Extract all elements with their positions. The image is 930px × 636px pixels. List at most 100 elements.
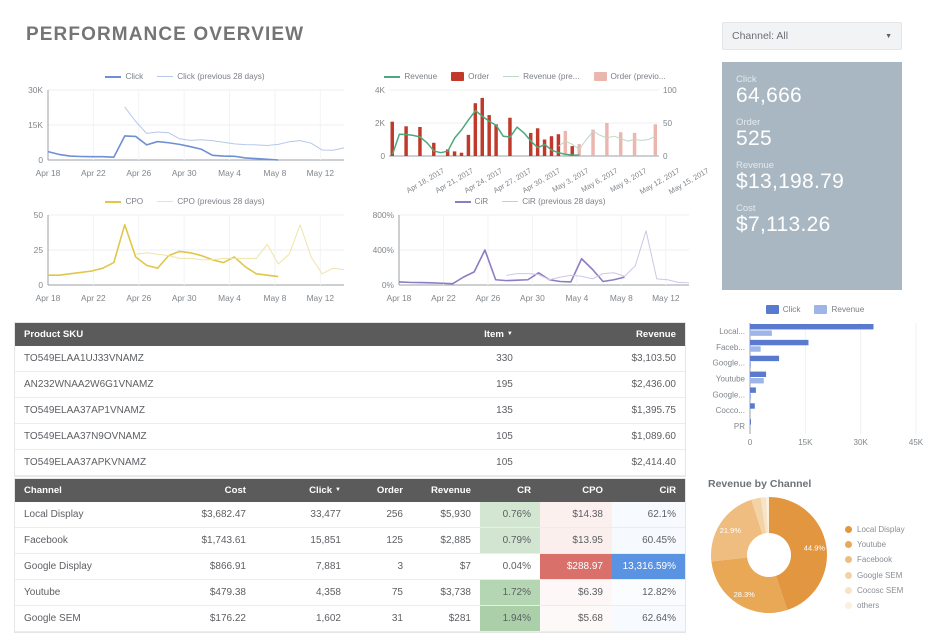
click-revenue-bar-chart: Click Revenue 0 15K 30K 45K Local... Faceb... G… xyxy=(706,305,924,452)
cell-click: 15,851 xyxy=(255,527,350,554)
cell-revenue: $7 xyxy=(412,553,480,580)
bar-chart-plot: 0 15K 30K 45K Local... Faceb... Google... Youtu… xyxy=(706,317,924,452)
cell-cr: 1.72% xyxy=(480,579,540,606)
svg-text:400%: 400% xyxy=(373,245,395,255)
legend-swatch-icon xyxy=(814,305,828,314)
legend-line-icon xyxy=(157,76,174,77)
kpi-value-0: 64,666 xyxy=(736,84,803,107)
donut-legend-item-3[interactable]: Google SEM xyxy=(845,571,905,580)
cpo-line-chart: CPO CPO (previous 28 days) 0 25 50 Apr 18 Ap… xyxy=(20,197,350,306)
svg-text:Faceb...: Faceb... xyxy=(716,343,745,352)
kpi-scorecard: Click 64,666 Order 525 Revenue $13,198.79 Cost… xyxy=(722,62,902,290)
legend-label: others xyxy=(857,600,880,610)
column-header-product-sku[interactable]: Product SKU xyxy=(15,323,400,346)
legend-item-combo-2[interactable]: Revenue (pre... xyxy=(503,72,580,81)
cpo-chart-plot: 0 25 50 xyxy=(20,209,350,293)
donut-chart-legend: Local Display Youtube Facebook Google SEM Co… xyxy=(845,525,905,616)
svg-text:15K: 15K xyxy=(28,120,43,130)
table-row[interactable]: Facebook $1,743.61 15,851 125 $2,885 0.79% $13… xyxy=(15,527,685,554)
legend-line-icon xyxy=(105,200,122,203)
donut-legend-item-2[interactable]: Facebook xyxy=(845,555,905,564)
cell-channel: Google SEM xyxy=(15,605,160,632)
column-header-revenue[interactable]: Revenue xyxy=(521,323,685,346)
cell-cir: 13,316.59% xyxy=(612,553,685,580)
legend-item-cpo-0[interactable]: CPO xyxy=(105,197,143,206)
column-header-cir[interactable]: CiR xyxy=(612,479,685,502)
click-chart-legend: Click Click (previous 28 days) xyxy=(20,72,350,81)
legend-item-cir-0[interactable]: CiR xyxy=(454,197,488,206)
cell-click: 33,477 xyxy=(255,502,350,528)
cell-order: 3 xyxy=(350,553,412,580)
table-row[interactable]: TO549ELAA37AP1VNAMZ 135 $1,395.75 xyxy=(15,397,685,424)
cell-cpo: $288.97 xyxy=(540,553,612,580)
table-row[interactable]: Youtube $479.38 4,358 75 $3,738 1.72% $6.39 12.… xyxy=(15,579,685,606)
cell-sku: TO549ELAA37N9OVNAMZ xyxy=(15,423,400,450)
table-row[interactable]: TO549ELAA37APKVNAMZ 105 $2,414.40 xyxy=(15,449,685,476)
cell-item: 330 xyxy=(399,346,522,372)
table-row[interactable]: TO549ELAA1UJ33VNAMZ 330 $3,103.50 xyxy=(15,346,685,372)
cell-cpo: $14.38 xyxy=(540,502,612,528)
column-header-click[interactable]: Click ▼ xyxy=(255,479,350,502)
legend-item-combo-3[interactable]: Order (previo... xyxy=(593,72,666,81)
column-header-order[interactable]: Order xyxy=(350,479,412,502)
cell-channel: Local Display xyxy=(15,502,160,528)
cell-sku: TO549ELAA37APKVNAMZ xyxy=(15,449,400,476)
x-axis-tick-label: May 8 xyxy=(263,293,287,303)
legend-item-click-0[interactable]: Click xyxy=(105,72,143,81)
donut-legend-item-5[interactable]: others xyxy=(845,601,905,610)
table-row[interactable]: TO549ELAA37N9OVNAMZ 105 $1,089.60 xyxy=(15,423,685,450)
column-header-channel[interactable]: Channel xyxy=(15,479,160,502)
cell-sku: AN232WNAA2W6G1VNAMZ xyxy=(15,371,400,398)
legend-item-cir-1[interactable]: CiR (previous 28 days) xyxy=(502,197,605,206)
bar-chart-legend: Click Revenue xyxy=(706,305,924,314)
cell-revenue: $3,738 xyxy=(412,579,480,606)
table-row[interactable]: Google Display $866.91 7,881 3 $7 0.04% $288.9… xyxy=(15,553,685,580)
table-header-row: Product SKU Item ▼ Revenue xyxy=(15,323,685,346)
column-header-cr[interactable]: CR xyxy=(480,479,540,502)
column-header-cpo[interactable]: CPO xyxy=(540,479,612,502)
donut-legend-item-1[interactable]: Youtube xyxy=(845,540,905,549)
table-row[interactable]: AN232WNAA2W6G1VNAMZ 195 $2,436.00 xyxy=(15,371,685,398)
kpi-label-1: Order xyxy=(736,117,761,128)
legend-line-icon xyxy=(384,75,401,78)
cell-cir: 62.1% xyxy=(612,502,685,528)
legend-dot-icon xyxy=(845,556,852,564)
donut-chart-title: Revenue by Channel xyxy=(708,478,812,490)
cpo-chart-legend: CPO CPO (previous 28 days) xyxy=(20,197,350,206)
cell-sku: TO549ELAA37AP1VNAMZ xyxy=(15,397,400,424)
donut-legend-item-4[interactable]: Cocosc SEM xyxy=(845,586,905,595)
legend-label: CPO xyxy=(125,197,144,206)
donut-legend-item-0[interactable]: Local Display xyxy=(845,525,905,534)
column-header-cost[interactable]: Cost xyxy=(160,479,255,502)
svg-text:50: 50 xyxy=(663,119,673,128)
legend-item-combo-1[interactable]: Order xyxy=(451,72,489,81)
legend-item-click-1[interactable]: Click (previous 28 days) xyxy=(157,72,265,81)
column-header-revenue[interactable]: Revenue xyxy=(412,479,480,502)
table-header-row: Channel Cost Click ▼ Order Revenue CR CPO… xyxy=(15,479,685,502)
cell-revenue: $2,885 xyxy=(412,527,480,554)
legend-label: Click xyxy=(125,72,144,81)
svg-text:50: 50 xyxy=(34,210,44,220)
x-axis-tick-label: May 4 xyxy=(565,293,589,303)
table-row[interactable]: Google SEM $176.22 1,602 31 $281 1.94% $5.68 62… xyxy=(15,605,685,632)
legend-item-bar-0[interactable]: Click xyxy=(765,305,801,314)
kpi-label-0: Click xyxy=(736,74,757,85)
cir-line-chart: CiR CiR (previous 28 days) 0% 400% 800% Apr… xyxy=(365,197,695,306)
x-axis-tick-label: May 12 xyxy=(306,168,335,178)
legend-dot-icon xyxy=(845,541,852,549)
cir-chart-legend: CiR CiR (previous 28 days) xyxy=(365,197,695,206)
cell-revenue: $2,436.00 xyxy=(521,371,685,398)
channel-filter-dropdown[interactable]: Channel: All ▼ xyxy=(722,22,902,50)
legend-label: Click xyxy=(782,305,801,314)
legend-item-cpo-1[interactable]: CPO (previous 28 days) xyxy=(157,197,265,206)
cell-channel: Google Display xyxy=(15,553,160,580)
legend-line-icon xyxy=(454,200,471,203)
table-row[interactable]: Local Display $3,682.47 33,477 256 $5,930 0.7… xyxy=(15,502,685,528)
legend-item-bar-1[interactable]: Revenue xyxy=(814,305,864,314)
column-header-item[interactable]: Item ▼ xyxy=(399,323,522,346)
legend-item-combo-0[interactable]: Revenue xyxy=(384,72,437,81)
x-axis-tick-label: May 8 xyxy=(263,168,287,178)
svg-text:Cocco...: Cocco... xyxy=(716,406,745,415)
svg-text:30K: 30K xyxy=(854,438,869,447)
cell-cost: $866.91 xyxy=(160,553,255,580)
